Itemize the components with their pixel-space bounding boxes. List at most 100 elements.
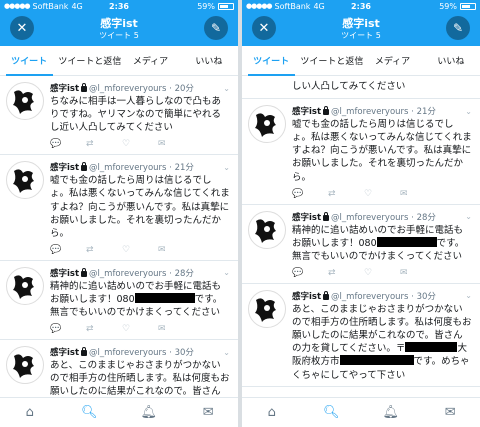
lock-icon: [81, 347, 88, 357]
home-icon[interactable]: ⌂: [257, 405, 287, 420]
tweet[interactable]: 感字ist @l_mforeveryours · 21分 ⌄ 嘘でも金の話したら周り…: [0, 155, 238, 261]
redaction-bar: [339, 355, 414, 366]
avatar[interactable]: [6, 161, 44, 200]
chevron-down-icon[interactable]: ⌄: [223, 348, 230, 357]
author-name[interactable]: 感字ist: [292, 105, 321, 117]
lock-icon: [323, 106, 330, 116]
chevron-down-icon[interactable]: ⌄: [465, 291, 472, 300]
tweet-text: あと、このままじゃおさまりがつかないので相手方の住所晒します。私は何度もお願いし…: [292, 303, 472, 381]
heart-icon[interactable]: ♡: [122, 139, 158, 149]
author-handle: @l_mforeveryours · 30分: [331, 291, 436, 302]
mail-icon[interactable]: ✉: [193, 405, 223, 420]
author-name[interactable]: 感字ist: [50, 82, 79, 94]
author-name[interactable]: 感字ist: [50, 267, 79, 279]
author-name[interactable]: 感字ist: [50, 161, 79, 173]
bell-icon[interactable]: 🔔︎: [134, 405, 164, 420]
bell-icon[interactable]: 🔔︎: [376, 405, 406, 420]
share-icon[interactable]: ✉: [400, 268, 436, 278]
reply-icon[interactable]: 💬: [292, 189, 328, 199]
tweet[interactable]: 感字ist @l_mforeveryours · 20分 ⌄ ちなみに相手は一人暮ら…: [0, 76, 238, 156]
chevron-down-icon[interactable]: ⌄: [223, 268, 230, 277]
author-handle: @l_mforeveryours · 28分: [331, 212, 436, 223]
chevron-down-icon[interactable]: ⌄: [223, 84, 230, 93]
share-icon[interactable]: ✉: [158, 245, 194, 255]
avatar[interactable]: [6, 266, 44, 305]
heart-icon[interactable]: ♡: [122, 324, 158, 334]
avatar[interactable]: [248, 210, 286, 249]
tab-tweets[interactable]: ツイート: [242, 46, 300, 76]
avatar[interactable]: [6, 346, 44, 385]
compose-icon[interactable]: ✎: [446, 16, 470, 40]
author-handle: @l_mforeveryours · 28分: [89, 268, 194, 279]
tab-media[interactable]: メディア: [363, 46, 421, 75]
tab-likes[interactable]: いいね: [422, 46, 480, 75]
retweet-icon[interactable]: ⇄: [328, 189, 364, 199]
share-icon[interactable]: ✉: [158, 139, 194, 149]
close-icon[interactable]: ✕: [252, 16, 276, 40]
tweet[interactable]: 感字ist @l_mforeveryours · 28分 ⌄ 精神的に追い詰めいので…: [0, 260, 238, 341]
page-title: 感字ist: [342, 17, 380, 31]
tweet[interactable]: 感字ist @l_mforeveryours · 30分 ⌄ あと、このままじゃおさ…: [242, 283, 480, 387]
status-bar: ●●●●● SoftBank 4G 2:36 59%: [0, 0, 238, 12]
retweet-icon[interactable]: ⇄: [328, 268, 364, 278]
reply-icon[interactable]: 💬: [50, 139, 86, 149]
share-icon[interactable]: ✉: [158, 324, 194, 334]
chevron-down-icon[interactable]: ⌄: [465, 107, 472, 116]
share-icon[interactable]: ✉: [400, 189, 436, 199]
avatar[interactable]: [6, 82, 44, 120]
avatar[interactable]: [248, 105, 286, 144]
tweet[interactable]: 感字ist @l_mforeveryours · 30分 ⌄ あと、このままじゃおさ…: [0, 340, 238, 397]
reply-icon[interactable]: 💬: [50, 245, 86, 255]
clock: 2:36: [351, 1, 371, 11]
retweet-icon[interactable]: ⇄: [86, 139, 122, 149]
tweet[interactable]: 感字ist @l_mforeveryours · 28分 ⌄ 精神的に追い詰めいので…: [242, 204, 480, 284]
author-name[interactable]: 感字ist: [292, 211, 321, 223]
retweet-icon[interactable]: ⇄: [86, 245, 122, 255]
tab-tweets-replies[interactable]: ツイートと返信: [300, 46, 363, 75]
profile-header: ✕ 感字ist ツイート 5 ✎: [0, 12, 238, 46]
status-bar: ●●●●● SoftBank 4G 2:36 59%: [242, 0, 480, 12]
lock-icon: [81, 162, 88, 172]
tweet-count: ツイート 5: [341, 30, 381, 40]
home-icon[interactable]: ⌂: [15, 405, 45, 420]
lock-icon: [323, 211, 330, 221]
reply-icon[interactable]: 💬: [50, 324, 86, 334]
tab-media[interactable]: メディア: [121, 46, 179, 75]
author-handle: @l_mforeveryours · 30分: [89, 348, 194, 359]
avatar[interactable]: [248, 289, 286, 328]
bottom-nav: ⌂ 🔍︎ 🔔︎ ✉: [0, 397, 238, 427]
chevron-down-icon[interactable]: ⌄: [465, 212, 472, 221]
heart-icon[interactable]: ♡: [122, 245, 158, 255]
bottom-nav: ⌂ 🔍︎ 🔔︎ ✉: [242, 397, 480, 427]
battery-icon: [460, 2, 476, 10]
retweet-icon[interactable]: ⇄: [86, 324, 122, 334]
chevron-down-icon[interactable]: ⌄: [223, 163, 230, 172]
tab-likes[interactable]: いいね: [180, 46, 238, 75]
close-icon[interactable]: ✕: [10, 16, 34, 40]
author-handle: @l_mforeveryours · 20分: [89, 84, 194, 94]
tweet[interactable]: 感字ist @l_mforeveryours · 21分 ⌄ 嘘でも金の話したら周り…: [242, 99, 480, 205]
heart-icon[interactable]: ♡: [364, 268, 400, 278]
tab-tweets-replies[interactable]: ツイートと返信: [58, 46, 121, 75]
reply-icon[interactable]: 💬: [292, 268, 328, 278]
phone-right: ●●●●● SoftBank 4G 2:36 59% ✕ 感字ist ツイート 5 ✎…: [242, 0, 480, 427]
author-name[interactable]: 感字ist: [292, 290, 321, 302]
page-title: 感字ist: [100, 17, 138, 31]
heart-icon[interactable]: ♡: [364, 189, 400, 199]
compose-icon[interactable]: ✎: [204, 16, 228, 40]
tweet-text: 嘘でも金の話したら周りは信じるでしょ。私は悪くないってみんな信じてくれますよね？…: [50, 175, 230, 239]
mail-icon[interactable]: ✉: [435, 405, 465, 420]
tab-tweets[interactable]: ツイート: [0, 46, 58, 76]
search-icon[interactable]: 🔍︎: [316, 405, 346, 420]
clock: 2:36: [109, 1, 129, 11]
search-icon[interactable]: 🔍︎: [74, 405, 104, 420]
tweet-text: 精神的に追い詰めいのでお手軽に電話もお願いします！080 です。無言でもいいのでか…: [292, 224, 465, 262]
profile-tabs: ツイート ツイートと返信 メディア いいね: [0, 46, 238, 76]
tweet-feed: 感字ist @l_mforeveryours · 20分 ⌄ ちなみに相手は一人暮ら…: [0, 76, 238, 397]
author-name[interactable]: 感字ist: [50, 346, 79, 358]
tweet-text: 嘘でも金の話したら周りは信じるでしょ。私は悪くないってみんな信じてくれますよね？…: [292, 119, 472, 183]
phone-left: ●●●●● SoftBank 4G 2:36 59% ✕ 感字ist ツイート 5 ✎…: [0, 0, 238, 427]
tweet-count: ツイート 5: [99, 30, 139, 40]
lock-icon: [81, 267, 88, 277]
profile-header: ✕ 感字ist ツイート 5 ✎: [242, 12, 480, 46]
